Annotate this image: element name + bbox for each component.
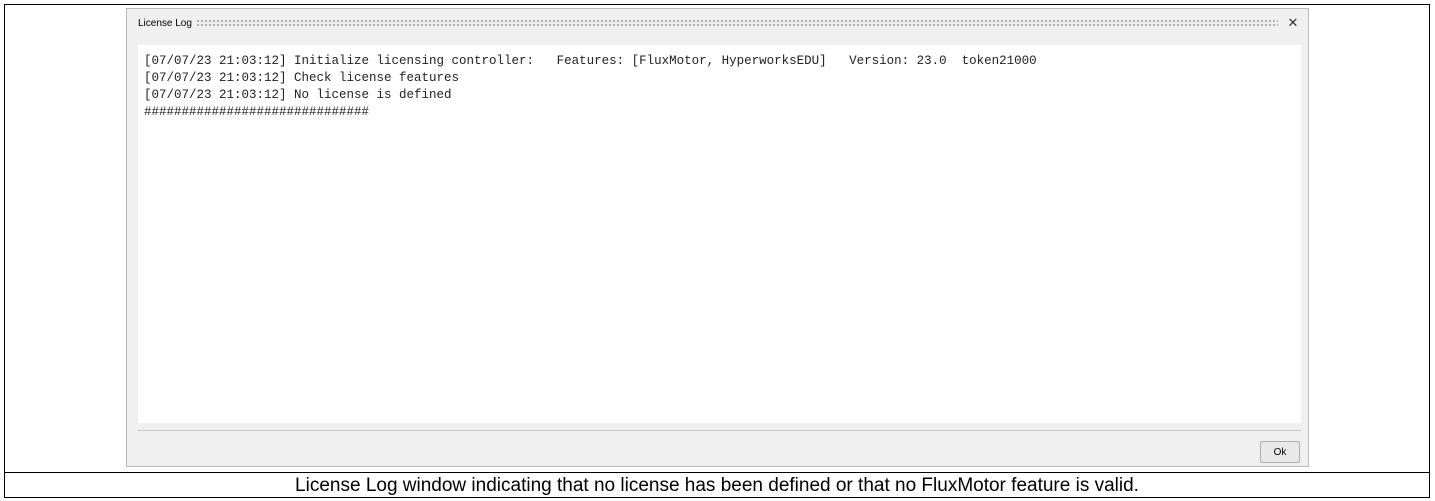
log-line: [07/07/23 21:03:12] No license is define… bbox=[144, 88, 452, 102]
titlebar-grip bbox=[195, 19, 1278, 27]
caption-divider bbox=[4, 472, 1430, 473]
close-icon[interactable]: ✕ bbox=[1284, 14, 1302, 32]
log-line: [07/07/23 21:03:12] Initialize licensing… bbox=[144, 54, 1037, 68]
dialog-title: License Log bbox=[138, 17, 192, 29]
figure-caption: License Log window indicating that no li… bbox=[295, 475, 1139, 496]
license-log-dialog: License Log ✕ [07/07/23 21:03:12] Initia… bbox=[126, 8, 1309, 467]
dialog-titlebar[interactable]: License Log ✕ bbox=[127, 9, 1308, 37]
log-line: ############################## bbox=[144, 105, 370, 119]
log-text-area[interactable]: [07/07/23 21:03:12] Initialize licensing… bbox=[138, 45, 1301, 423]
footer-divider bbox=[138, 430, 1301, 431]
log-line: [07/07/23 21:03:12] Check license featur… bbox=[144, 71, 460, 85]
ok-button[interactable]: Ok bbox=[1260, 441, 1300, 463]
